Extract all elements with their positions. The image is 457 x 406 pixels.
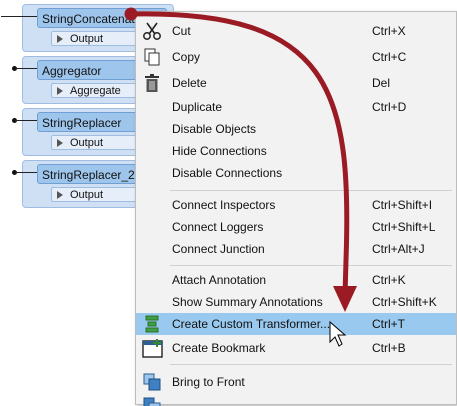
menu-item-label: Hide Connections	[172, 144, 267, 158]
menu-item-shortcut: Ctrl+Alt+J	[372, 242, 425, 256]
menu-item-label: Copy	[172, 50, 201, 64]
trash-icon	[142, 73, 162, 93]
menu-item-hide-connections[interactable]: Hide Connections	[136, 140, 456, 162]
menu-item-shortcut: Ctrl+Shift+I	[372, 198, 433, 212]
menu-item-label: Connect Inspectors	[172, 198, 276, 212]
output-port-label: Output	[70, 137, 104, 149]
menu-item-bring-to-front[interactable]: Bring to Front	[136, 371, 456, 393]
expand-arrow-icon	[57, 35, 63, 43]
menu-separator	[170, 265, 452, 266]
menu-item-label: Cut	[172, 24, 191, 38]
menu-item-label: Connect Junction	[172, 242, 265, 256]
custom-transformer-icon	[142, 314, 162, 334]
expand-arrow-icon	[57, 191, 63, 199]
connection-line	[15, 68, 37, 69]
output-port-label: Output	[70, 33, 104, 45]
expand-arrow-icon	[57, 87, 63, 95]
menu-item-duplicate[interactable]: Duplicate Ctrl+D	[136, 96, 456, 118]
menu-item-label: Delete	[172, 76, 207, 90]
menu-separator	[170, 190, 452, 191]
menu-item-label: Bring to Front	[172, 375, 245, 389]
menu-item-label: Disable Objects	[172, 122, 257, 136]
menu-item-connect-loggers[interactable]: Connect Loggers Ctrl+Shift+L	[136, 216, 456, 238]
menu-item-shortcut: Ctrl+K	[372, 273, 406, 287]
scissors-icon	[142, 21, 162, 41]
menu-item-show-summary-annotations[interactable]: Show Summary Annotations Ctrl+Shift+K	[136, 291, 456, 313]
connection-line	[15, 120, 37, 121]
menu-item-shortcut: Ctrl+T	[372, 317, 405, 331]
menu-item-connect-junction[interactable]: Connect Junction Ctrl+Alt+J	[136, 238, 456, 260]
menu-item-shortcut: Ctrl+Shift+L	[372, 220, 436, 234]
bookmark-icon	[142, 338, 163, 358]
menu-item-cut[interactable]: Cut Ctrl+X	[136, 20, 456, 42]
menu-item-shortcut: Ctrl+X	[372, 24, 406, 38]
menu-item-label: Create Bookmark	[172, 341, 266, 355]
menu-item-create-custom-transformer[interactable]: Create Custom Transformer... Ctrl+T	[136, 313, 456, 335]
menu-item-shortcut: Ctrl+B	[372, 341, 406, 355]
connection-line	[15, 172, 37, 173]
menu-item-disable-objects[interactable]: Disable Objects	[136, 118, 456, 140]
menu-item-label: Create Custom Transformer...	[172, 317, 331, 331]
menu-item-connect-inspectors[interactable]: Connect Inspectors Ctrl+Shift+I	[136, 194, 456, 216]
menu-item-label: Duplicate	[172, 100, 223, 114]
expand-arrow-icon	[57, 139, 63, 147]
menu-item-shortcut: Ctrl+C	[372, 50, 407, 64]
copy-icon	[142, 47, 162, 67]
context-menu: Cut Ctrl+X Copy Ctrl+C Delete Del Duplic…	[135, 11, 457, 406]
connection-line	[1, 16, 37, 17]
bring-to-front-icon	[142, 372, 162, 392]
menu-item-label: Connect Loggers	[172, 220, 264, 234]
output-port-label: Aggregate	[70, 85, 121, 97]
menu-item-delete[interactable]: Delete Del	[136, 72, 456, 94]
menu-item-shortcut: Ctrl+Shift+K	[372, 295, 437, 309]
menu-item-label: Show Summary Annotations	[172, 295, 323, 309]
menu-item-copy[interactable]: Copy Ctrl+C	[136, 46, 456, 68]
menu-item-shortcut: Del	[372, 76, 391, 90]
menu-item-create-bookmark[interactable]: Create Bookmark Ctrl+B	[136, 337, 456, 359]
menu-item-label: Disable Connections	[172, 166, 283, 180]
menu-item-label: Attach Annotation	[172, 273, 267, 287]
menu-item-shortcut: Ctrl+D	[372, 100, 407, 114]
output-port-label: Output	[70, 189, 104, 201]
menu-item-attach-annotation[interactable]: Attach Annotation Ctrl+K	[136, 269, 456, 291]
menu-separator	[170, 364, 452, 365]
menu-item-disable-connections[interactable]: Disable Connections	[136, 162, 456, 184]
